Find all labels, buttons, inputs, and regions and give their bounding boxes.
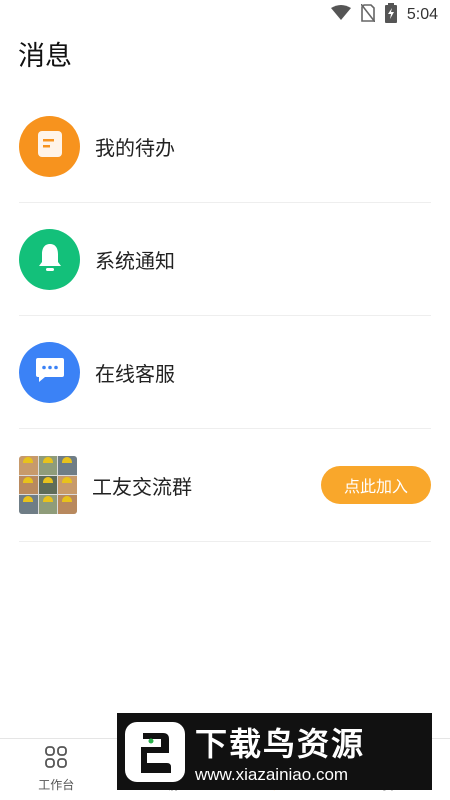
page-title: 消息 <box>18 41 72 72</box>
message-label: 系统通知 <box>95 248 175 273</box>
todo-avatar <box>19 115 80 177</box>
grid-icon <box>45 746 68 772</box>
group-member-photo <box>19 495 38 514</box>
no-sim-icon <box>360 3 376 26</box>
message-label: 我的待办 <box>95 135 175 160</box>
group-member-photo <box>58 456 77 475</box>
group-member-photo <box>38 495 58 514</box>
bird-logo-icon <box>125 721 185 782</box>
document-icon <box>37 130 63 162</box>
notice-avatar <box>19 228 80 290</box>
message-list: 我的待办 系统通知 在线客服 工友交流群 点此加入 <box>0 90 450 542</box>
message-item-worker-group[interactable]: 工友交流群 点此加入 <box>19 429 431 542</box>
battery-charging-icon <box>384 3 397 27</box>
group-photo-avatar <box>19 456 77 514</box>
message-item-customer-service[interactable]: 在线客服 <box>19 316 431 429</box>
watermark-url: www.xiazainiao.com <box>195 764 349 784</box>
watermark-banner: 下载鸟资源 www.xiazainiao.com <box>117 713 432 790</box>
status-time: 5:04 <box>406 6 438 23</box>
status-bar: 5:04 <box>0 0 450 30</box>
join-group-button[interactable]: 点此加入 <box>321 466 431 504</box>
message-label: 工友交流群 <box>92 474 192 499</box>
wifi-icon <box>330 5 351 25</box>
message-item-system-notice[interactable]: 系统通知 <box>19 203 431 316</box>
bell-icon <box>36 242 64 276</box>
tab-label: 工作台 <box>38 778 75 792</box>
group-member-photo <box>38 456 58 475</box>
group-member-photo <box>58 475 77 495</box>
group-member-photo <box>19 456 38 475</box>
group-member-photo <box>19 475 38 495</box>
group-member-photo <box>38 475 58 495</box>
group-member-photo <box>58 495 77 514</box>
tab-workbench[interactable]: 工作台 <box>0 739 113 800</box>
watermark-title: 下载鸟资源 <box>195 724 366 763</box>
message-label: 在线客服 <box>95 361 175 386</box>
service-avatar <box>19 341 80 403</box>
message-item-todo[interactable]: 我的待办 <box>19 90 431 203</box>
chat-bubble-icon <box>35 356 65 388</box>
